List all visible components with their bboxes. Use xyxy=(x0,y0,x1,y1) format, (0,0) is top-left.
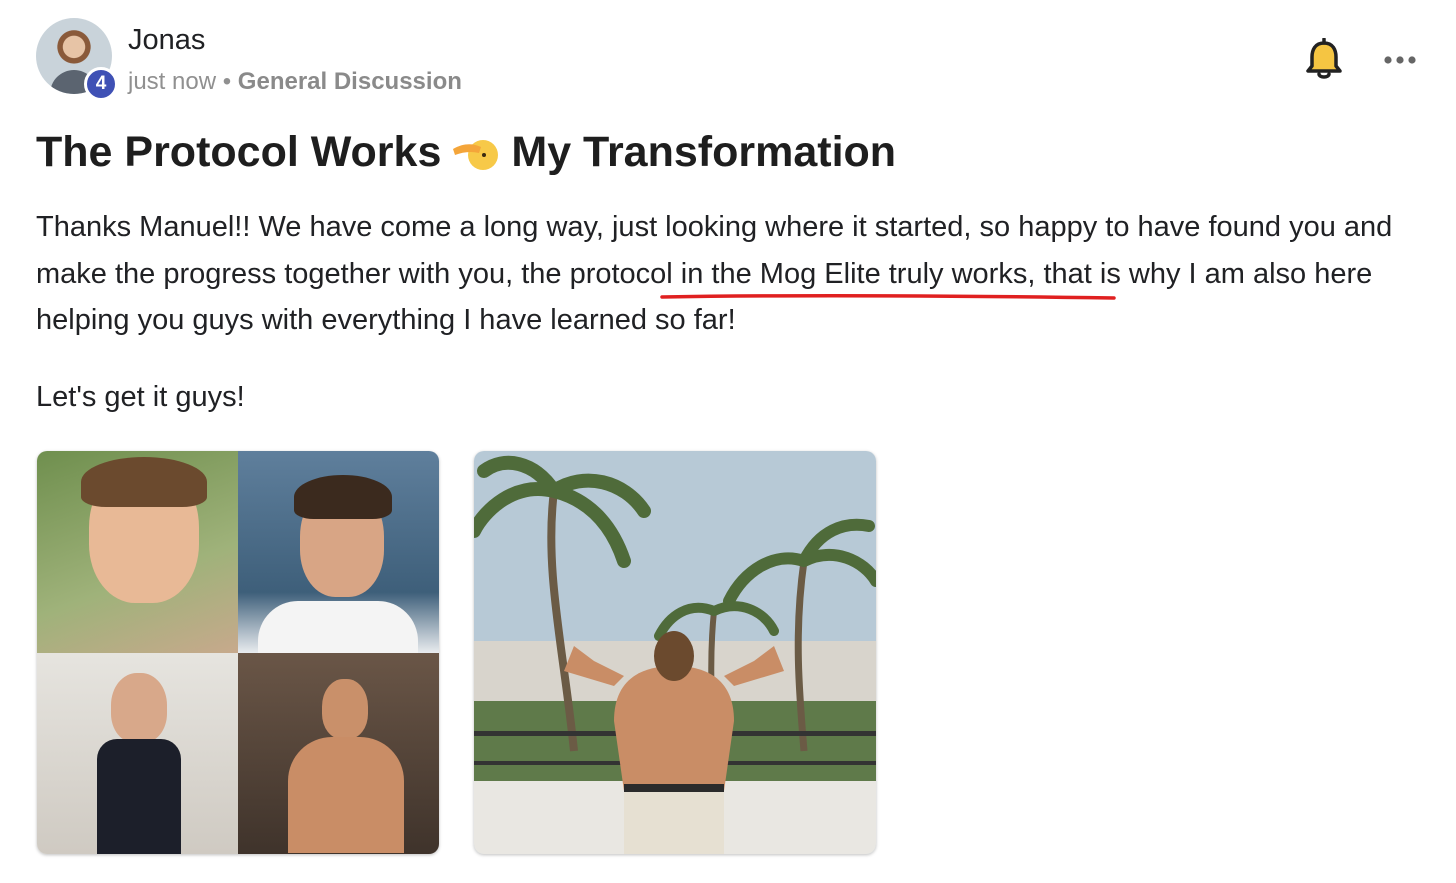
collage-photo-3 xyxy=(37,652,238,854)
title-part-1: The Protocol Works xyxy=(36,128,442,176)
saluting-face-emoji xyxy=(451,133,501,173)
level-badge: 4 xyxy=(84,67,118,101)
post-title: The Protocol Works My Transformation xyxy=(36,128,896,177)
category-link[interactable]: General Discussion xyxy=(238,68,462,95)
collage-photo-4 xyxy=(238,652,439,854)
collage-photo-1 xyxy=(37,451,238,653)
red-underline-annotation xyxy=(660,293,1116,300)
highlighted-phrase: protocol in the Mog Elite truly works xyxy=(569,257,1028,290)
author-name[interactable]: Jonas xyxy=(128,24,205,57)
bell-icon[interactable] xyxy=(1304,37,1344,82)
post-meta: just now • General Discussion xyxy=(128,68,462,96)
post-body: Thanks Manuel!! We have come a long way,… xyxy=(36,204,1426,344)
collage-photo-2 xyxy=(238,451,439,653)
meta-separator: • xyxy=(222,68,232,95)
closing-line: Let's get it guys! xyxy=(36,381,245,413)
before-after-collage[interactable] xyxy=(37,451,439,854)
more-options-icon[interactable] xyxy=(1382,50,1422,70)
title-part-2: My Transformation xyxy=(511,128,897,176)
post-timestamp: just now xyxy=(128,68,217,95)
flexing-back-photo[interactable] xyxy=(474,451,876,854)
